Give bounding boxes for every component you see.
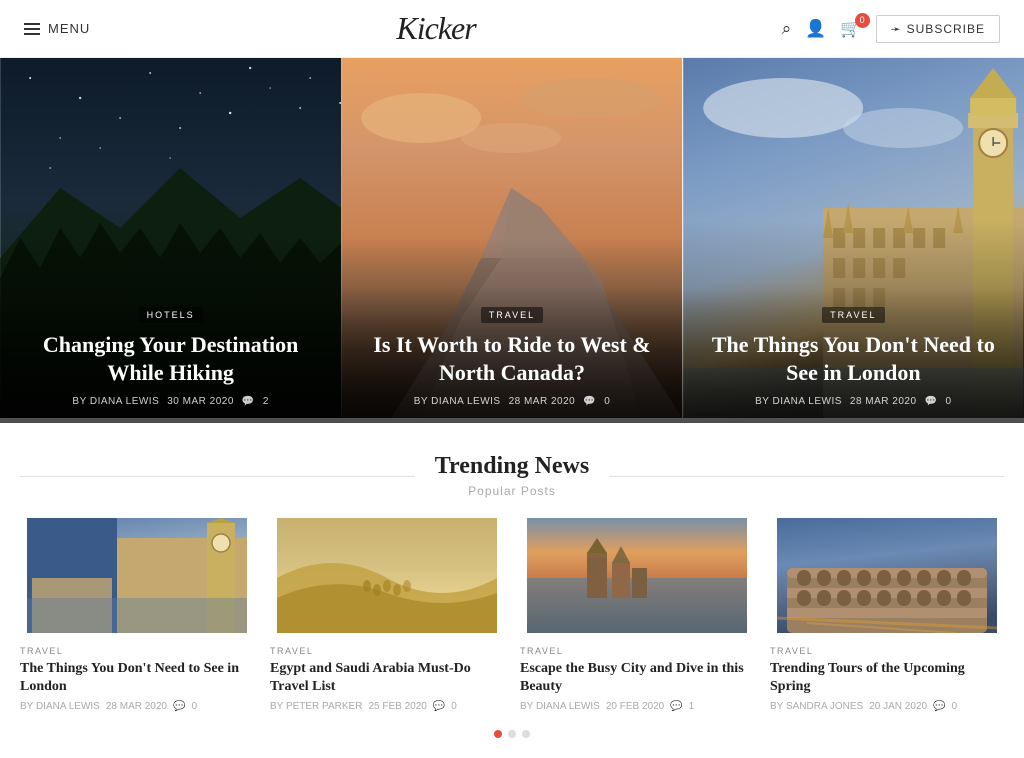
- comment-icon-1: 💬: [242, 396, 255, 407]
- user-icon[interactable]: 👤: [805, 19, 826, 39]
- search-icon[interactable]: ⌕: [782, 19, 792, 39]
- trending-card-3[interactable]: TRAVEL Escape the Busy City and Dive in …: [520, 518, 754, 712]
- trending-image-1: [20, 518, 254, 633]
- trending-card-4-comments: 0: [951, 701, 957, 712]
- subscribe-label: SUBSCRIBE: [907, 22, 985, 36]
- trending-card-1[interactable]: TRAVEL The Things You Don't Need to See …: [20, 518, 254, 712]
- hero-card-2-date: 28 MAR 2020: [509, 396, 576, 407]
- trending-subtitle: Popular Posts: [20, 484, 1004, 498]
- trending-image-3: [520, 518, 754, 633]
- hero-card-3-tag: TRAVEL: [822, 307, 884, 323]
- pagination-dot-2[interactable]: [508, 730, 516, 738]
- trending-card-4-title: Trending Tours of the Upcoming Spring: [770, 660, 1004, 696]
- cart-count: 0: [855, 13, 870, 28]
- menu-label: MENU: [48, 21, 90, 36]
- trending-card-1-author: BY DIANA LEWIS: [20, 701, 100, 712]
- trending-card-4-tag: TRAVEL: [770, 646, 1004, 656]
- comment-icon-t2: 💬: [433, 701, 445, 712]
- trending-card-2-comments: 0: [451, 701, 457, 712]
- comment-icon-2: 💬: [583, 396, 596, 407]
- trending-card-1-title: The Things You Don't Need to See in Lond…: [20, 660, 254, 696]
- trending-card-2[interactable]: TRAVEL Egypt and Saudi Arabia Must-Do Tr…: [270, 518, 504, 712]
- trending-card-1-comments: 0: [191, 701, 197, 712]
- header-actions: ⌕ 👤 🛒 0 ➛ SUBSCRIBE: [782, 15, 1000, 43]
- comment-icon-t4: 💬: [933, 701, 945, 712]
- hero-card-3-overlay: TRAVEL The Things You Don't Need to See …: [683, 287, 1024, 423]
- hero-card-2-overlay: TRAVEL Is It Worth to Ride to West & Nor…: [341, 287, 682, 423]
- trending-card-3-author: BY DIANA LEWIS: [520, 701, 600, 712]
- hero-card-1-date: 30 MAR 2020: [167, 396, 234, 407]
- menu-button[interactable]: MENU: [24, 21, 90, 36]
- send-icon: ➛: [891, 22, 902, 36]
- trending-card-3-title: Escape the Busy City and Dive in this Be…: [520, 660, 754, 696]
- trending-image-4: [770, 518, 1004, 633]
- pagination: [20, 730, 1004, 738]
- comment-icon-t3: 💬: [670, 701, 682, 712]
- trending-header: Trending News Popular Posts: [20, 453, 1004, 498]
- hero-card-2-tag: TRAVEL: [481, 307, 543, 323]
- trending-card-4-meta: BY SANDRA JONES 20 JAN 2020 💬 0: [770, 701, 1004, 712]
- hero-card-1-author: BY DIANA LEWIS: [72, 396, 159, 407]
- hero-card-3-author: BY DIANA LEWIS: [755, 396, 842, 407]
- site-logo[interactable]: Kicker: [90, 10, 781, 47]
- hero-card-2-author: BY DIANA LEWIS: [414, 396, 501, 407]
- trending-image-2: [270, 518, 504, 633]
- comment-icon-3: 💬: [925, 396, 938, 407]
- pagination-dot-3[interactable]: [522, 730, 530, 738]
- trending-card-2-meta: BY PETER PARKER 25 FEB 2020 💬 0: [270, 701, 504, 712]
- hero-card-3-date: 28 MAR 2020: [850, 396, 917, 407]
- header: MENU Kicker ⌕ 👤 🛒 0 ➛ SUBSCRIBE: [0, 0, 1024, 58]
- hero-card-1-overlay: HOTELS Changing Your Destination While H…: [0, 287, 341, 423]
- trending-card-4[interactable]: TRAVEL Trending Tours of the Upcoming Sp…: [770, 518, 1004, 712]
- trending-section: Trending News Popular Posts: [0, 423, 1024, 758]
- trending-card-2-author: BY PETER PARKER: [270, 701, 362, 712]
- trending-card-4-author: BY SANDRA JONES: [770, 701, 863, 712]
- hero-card-3-comments: 0: [946, 396, 952, 407]
- hero-card-2[interactable]: TRAVEL Is It Worth to Ride to West & Nor…: [341, 58, 682, 423]
- hero-card-1-meta: BY DIANA LEWIS 30 MAR 2020 💬 2: [24, 396, 317, 407]
- hero-card-2-comments: 0: [604, 396, 610, 407]
- trending-card-4-date: 20 JAN 2020: [869, 701, 927, 712]
- cart-button[interactable]: 🛒 0: [840, 19, 861, 39]
- hero-card-1-comments: 2: [263, 396, 269, 407]
- hamburger-icon: [24, 23, 40, 35]
- hero-card-3-meta: BY DIANA LEWIS 28 MAR 2020 💬 0: [707, 396, 1000, 407]
- hero-card-2-title: Is It Worth to Ride to West & North Cana…: [365, 331, 658, 388]
- comment-icon-t1: 💬: [173, 701, 185, 712]
- trending-card-1-date: 28 MAR 2020: [106, 701, 167, 712]
- trending-card-3-meta: BY DIANA LEWIS 20 FEB 2020 💬 1: [520, 701, 754, 712]
- trending-card-2-tag: TRAVEL: [270, 646, 504, 656]
- trending-card-3-comments: 1: [689, 701, 695, 712]
- trending-card-2-date: 25 FEB 2020: [368, 701, 426, 712]
- trending-card-3-date: 20 FEB 2020: [606, 701, 664, 712]
- hero-card-1-tag: HOTELS: [139, 307, 203, 323]
- trending-card-2-title: Egypt and Saudi Arabia Must-Do Travel Li…: [270, 660, 504, 696]
- hero-grid: HOTELS Changing Your Destination While H…: [0, 58, 1024, 423]
- hero-card-3-title: The Things You Don't Need to See in Lond…: [707, 331, 1000, 388]
- trending-card-1-tag: TRAVEL: [20, 646, 254, 656]
- trending-title: Trending News: [415, 453, 609, 480]
- pagination-dot-1[interactable]: [494, 730, 502, 738]
- hero-card-1[interactable]: HOTELS Changing Your Destination While H…: [0, 58, 341, 423]
- subscribe-button[interactable]: ➛ SUBSCRIBE: [876, 15, 1000, 43]
- hero-card-1-title: Changing Your Destination While Hiking: [24, 331, 317, 388]
- trending-card-1-meta: BY DIANA LEWIS 28 MAR 2020 💬 0: [20, 701, 254, 712]
- hero-card-2-meta: BY DIANA LEWIS 28 MAR 2020 💬 0: [365, 396, 658, 407]
- trending-cards-grid: TRAVEL The Things You Don't Need to See …: [20, 518, 1004, 712]
- trending-card-3-tag: TRAVEL: [520, 646, 754, 656]
- hero-card-3[interactable]: TRAVEL The Things You Don't Need to See …: [683, 58, 1024, 423]
